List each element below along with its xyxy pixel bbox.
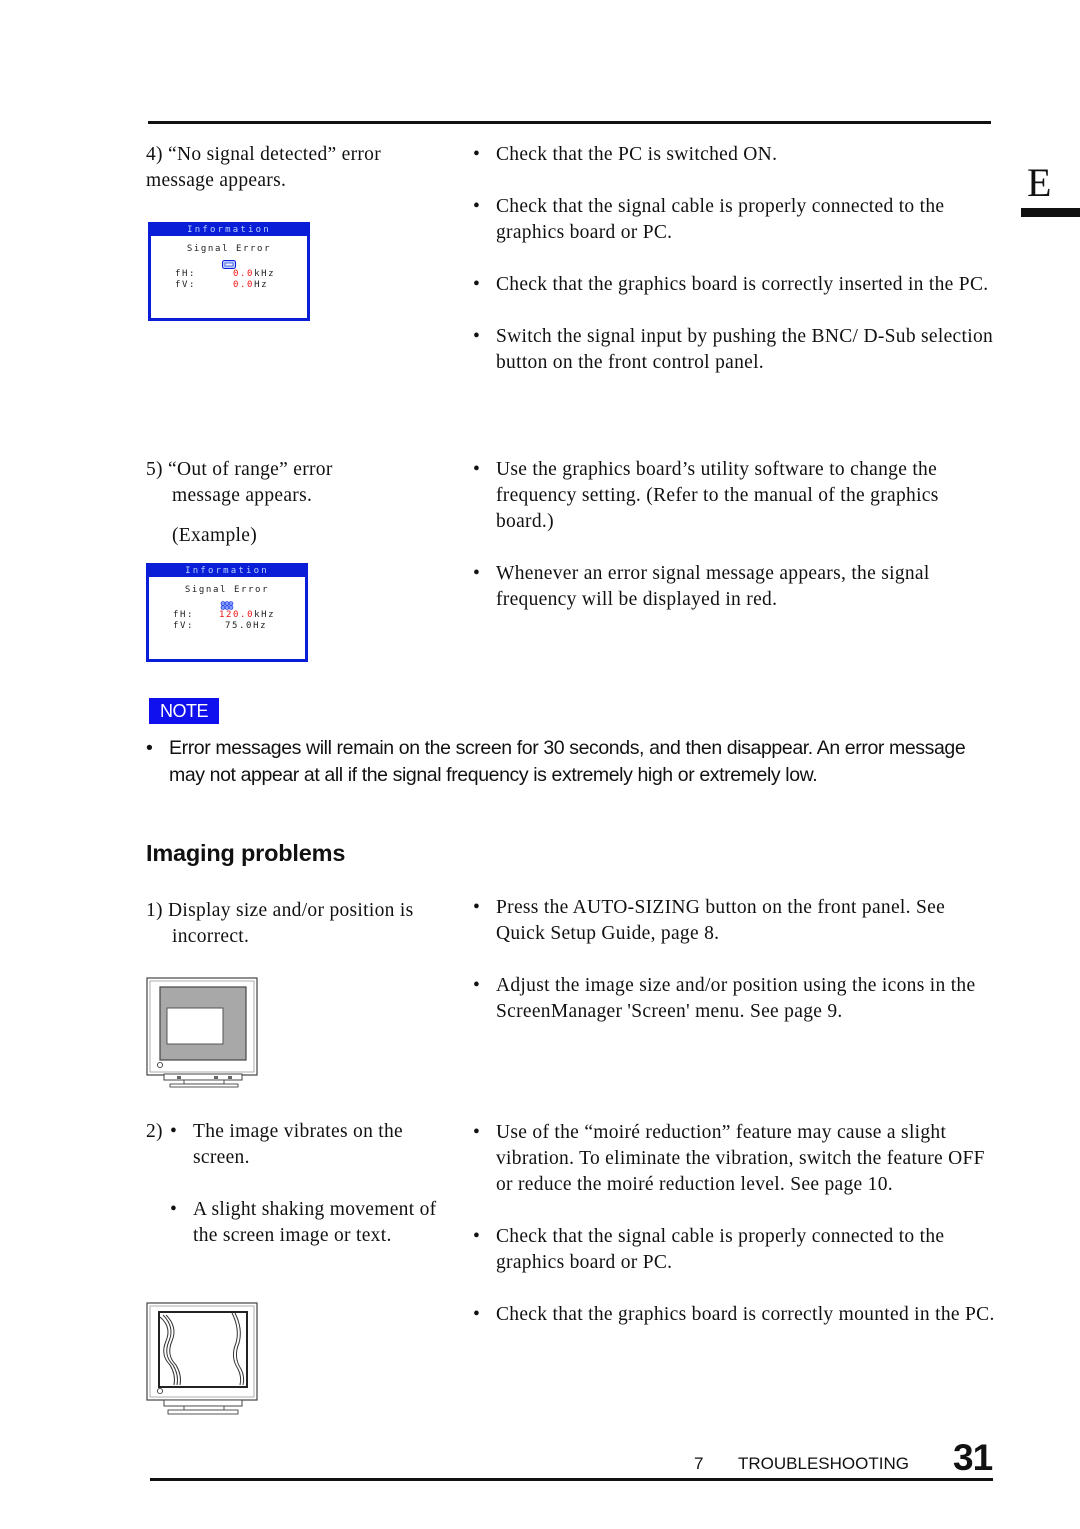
osd-row-fh: fH: 0.0kHz	[159, 269, 299, 280]
osd-row-fv: fV: 0.0Hz	[159, 280, 299, 291]
solution-item: Whenever an error signal message appears…	[473, 561, 998, 613]
osd-key: fH:	[175, 269, 197, 279]
osd-value: 0.0	[233, 269, 255, 279]
osd-unit: kHz	[254, 269, 276, 279]
bnc-connector-icon	[220, 601, 234, 610]
osd-heading: Signal Error	[184, 585, 270, 595]
osd-no-signal: Information Signal Error fH: 0.0kHz fV: …	[148, 222, 310, 321]
note-badge: NOTE	[149, 698, 219, 724]
solution-item: Use of the “moiré reduction” feature may…	[473, 1120, 998, 1198]
imaging-1-label: 1) Display size and/or position is incor…	[146, 898, 436, 950]
osd-row-fh: fH: 120.0kHz	[157, 610, 297, 621]
solution-item: Check that the graphics board is correct…	[473, 272, 998, 298]
symptom-item: A slight shaking movement of the screen …	[170, 1197, 456, 1249]
problem-label-text: 1) Display size and/or position is incor…	[146, 900, 414, 947]
language-tab-bar	[1021, 208, 1080, 217]
osd-value: 0.0	[233, 280, 255, 290]
problem-5-label: 5) “Out of range” error message appears.…	[146, 457, 386, 549]
problem-4-label: 4) “No signal detected” error message ap…	[146, 142, 446, 194]
osd-key: fV:	[173, 621, 195, 631]
imaging-2-solutions: Use of the “moiré reduction” feature may…	[473, 1120, 998, 1328]
solution-item: Check that the graphics board is correct…	[473, 1302, 998, 1328]
imaging-1-solutions: Press the AUTO-SIZING button on the fron…	[473, 895, 998, 1025]
monitor-small-image-icon	[146, 977, 258, 1088]
solution-item: Switch the signal input by pushing the B…	[473, 324, 998, 376]
osd-out-of-range: Information Signal Error fH: 120.0kHz fV…	[146, 563, 308, 662]
osd-unit: Hz	[254, 280, 269, 290]
section-title: Imaging problems	[146, 840, 346, 866]
solution-item: Adjust the image size and/or position us…	[473, 973, 998, 1025]
problem-label-text: 4) “No signal detected” error message ap…	[146, 144, 382, 191]
solution-item: Check that the signal cable is properly …	[473, 194, 998, 246]
d-sub-connector-icon	[222, 260, 236, 269]
osd-heading: Signal Error	[186, 244, 272, 254]
solution-item: Check that the PC is switched ON.	[473, 142, 998, 168]
imaging-2-label: 2) The image vibrates on the screen. A s…	[146, 1119, 456, 1249]
symptom-item: The image vibrates on the screen.	[170, 1119, 456, 1171]
problem-label-text: 5) “Out of range” error message appears.	[146, 459, 333, 506]
problem-number: 2)	[146, 1121, 163, 1142]
page-number: 31	[953, 1437, 993, 1478]
language-tab-letter: E	[1027, 160, 1052, 205]
footer-chapter-title: TROUBLESHOOTING	[738, 1454, 909, 1473]
osd-title: Information	[151, 225, 307, 236]
note-item: Error messages will remain on the screen…	[146, 735, 966, 788]
footer-rule	[150, 1478, 993, 1481]
problem-4-solutions: Check that the PC is switched ON. Check …	[473, 142, 998, 376]
osd-key: fV:	[175, 280, 197, 290]
monitor-vibrating-image-icon	[146, 1302, 258, 1415]
note-text: Error messages will remain on the screen…	[146, 735, 966, 788]
osd-key: fH:	[173, 610, 195, 620]
header-rule	[148, 121, 991, 124]
solution-item: Use the graphics board’s utility softwar…	[473, 457, 998, 535]
problem-5-solutions: Use the graphics board’s utility softwar…	[473, 457, 998, 613]
example-label: (Example)	[172, 525, 257, 546]
solution-item: Check that the signal cable is properly …	[473, 1224, 998, 1276]
osd-title: Information	[149, 566, 305, 577]
osd-row-fv: fV: 75.0Hz	[157, 621, 297, 632]
solution-item: Press the AUTO-SIZING button on the fron…	[473, 895, 998, 947]
osd-value: 120.0	[219, 610, 255, 620]
osd-unit: kHz	[254, 610, 276, 620]
osd-value: 75.0	[225, 621, 254, 631]
osd-unit: Hz	[253, 621, 268, 631]
footer-chapter-number: 7	[694, 1454, 704, 1473]
